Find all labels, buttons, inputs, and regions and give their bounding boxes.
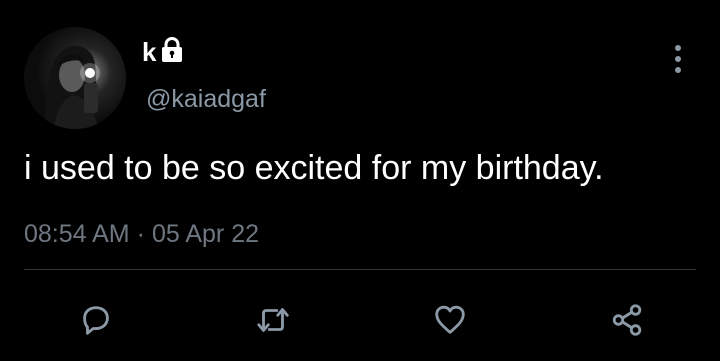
tweet-date[interactable]: 05 Apr 22 [152,220,259,248]
divider [24,269,696,270]
avatar-photo [45,46,100,129]
display-name[interactable]: k [142,36,156,68]
retweet-icon [257,308,289,332]
tweet-text: i used to be so excited for my birthday. [24,149,604,187]
display-name-row[interactable]: k [142,36,184,68]
meta-separator: · [136,220,145,248]
reply-icon [83,306,109,335]
lock-icon [160,37,184,63]
tweet-card: k @kaiadgaf i used to be so excited for … [0,0,720,361]
share-button[interactable] [607,300,647,340]
reply-button[interactable] [76,300,116,340]
more-options-icon[interactable] [668,42,688,78]
share-icon [612,304,642,336]
retweet-button[interactable] [253,300,293,340]
tweet-timestamp[interactable]: 08:54 AM · 05 Apr 22 [24,218,259,250]
heart-icon [435,305,465,334]
like-button[interactable] [430,300,470,340]
user-handle[interactable]: @kaiadgaf [146,84,266,114]
tweet-time[interactable]: 08:54 AM [24,220,130,248]
avatar[interactable] [24,27,126,129]
